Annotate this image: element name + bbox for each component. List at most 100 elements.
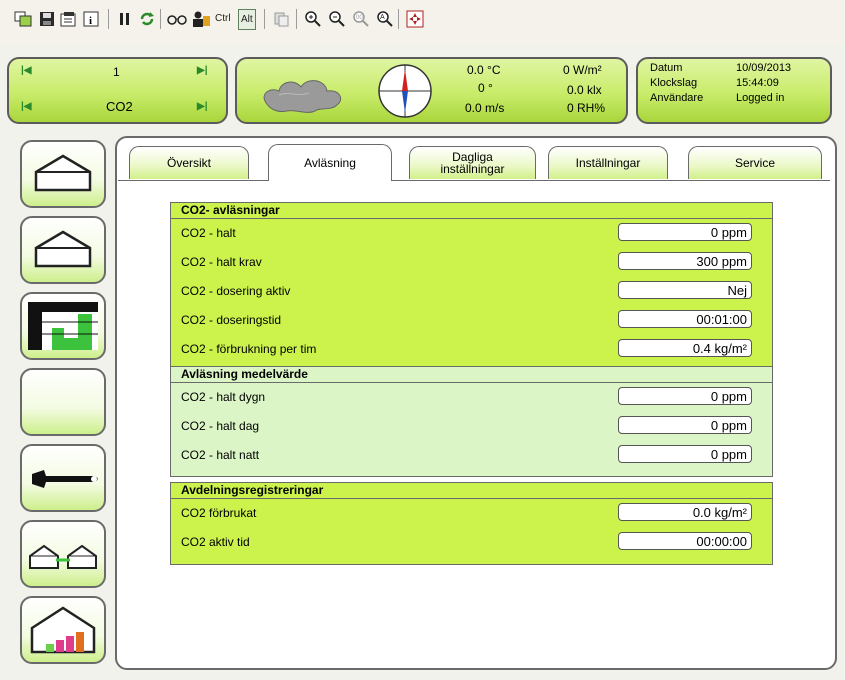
date-value: 10/09/2013 xyxy=(736,62,792,74)
radiation-readout: 0 W/m² xyxy=(563,63,602,77)
toolbar-separator xyxy=(398,9,399,29)
wrench-icon xyxy=(32,470,98,488)
row-value: 0 ppm xyxy=(618,387,752,405)
nav-graph-button[interactable] xyxy=(20,292,106,360)
row-label: CO2 - halt dygn xyxy=(181,390,266,404)
row-label: CO2 - halt dag xyxy=(181,419,260,433)
selector-panel: |◀ 1 ▶| |◀ CO2 ▶| xyxy=(7,57,228,124)
zoom-in-icon[interactable] xyxy=(302,8,324,30)
refresh-icon[interactable] xyxy=(136,8,158,30)
tab-daily-settings[interactable]: Dagliga inställningar xyxy=(409,146,536,179)
table-row: CO2 förbrukat 0.0 kg/m² xyxy=(171,499,772,528)
greenhouse-icon xyxy=(34,230,92,268)
table-row: CO2 - förbrukning per tim 0.4 kg/m² xyxy=(171,335,772,364)
row-value: 0.4 kg/m² xyxy=(618,339,752,357)
table-row: CO2 - halt krav 300 ppm xyxy=(171,248,772,277)
info-icon[interactable]: i xyxy=(80,8,102,30)
nav-blank-button[interactable] xyxy=(20,368,106,436)
toolbar-separator xyxy=(296,9,297,29)
table-row: CO2 - doseringstid 00:01:00 xyxy=(171,306,772,335)
svg-text:A: A xyxy=(380,14,385,21)
user-label: Användare xyxy=(650,92,704,104)
table-row: CO2 - halt dygn 0 ppm xyxy=(171,383,772,412)
weather-panel: 0.0 °C 0 ° 0.0 m/s 0 W/m² 0.0 klx 0 RH% xyxy=(235,57,628,124)
graph-icon xyxy=(28,302,98,350)
table-row: CO2 - halt dag 0 ppm xyxy=(171,412,772,441)
compass-icon xyxy=(378,64,432,118)
nav-greenhouse-button[interactable] xyxy=(20,140,106,208)
section-title: CO2- avläsningar xyxy=(171,203,772,219)
temperature-readout: 0.0 °C xyxy=(467,63,501,77)
row-value: 0 ppm xyxy=(618,445,752,463)
nav-department-button[interactable] xyxy=(20,216,106,284)
row-value: 0 ppm xyxy=(618,223,752,241)
section-title: Avläsning medelvärde xyxy=(171,366,772,383)
ctrl-key[interactable]: Ctrl xyxy=(213,9,233,28)
row-value: 00:00:00 xyxy=(618,532,752,550)
copy-window-icon[interactable] xyxy=(12,8,34,30)
table-row: CO2 - halt 0 ppm xyxy=(171,219,772,248)
time-value: 15:44:09 xyxy=(736,77,779,89)
zoom-reset-icon[interactable]: 00 xyxy=(350,8,372,30)
row-label: CO2 - förbrukning per tim xyxy=(181,342,317,356)
first-icon[interactable]: |◀ xyxy=(21,65,32,76)
tab-service[interactable]: Service xyxy=(688,146,822,179)
row-label: CO2 - halt natt xyxy=(181,448,260,462)
toolbar-separator xyxy=(264,9,265,29)
department-section: Avdelningsregistreringar CO2 förbrukat 0… xyxy=(170,482,773,565)
fit-window-icon[interactable] xyxy=(404,8,426,30)
zoom-custom-icon[interactable]: A xyxy=(374,8,396,30)
toolbar-separator xyxy=(160,9,161,29)
svg-text:i: i xyxy=(89,15,92,27)
co2-readings-section: CO2- avläsningar CO2 - halt 0 ppm CO2 - … xyxy=(170,202,773,368)
nav-statistics-button[interactable] xyxy=(20,596,106,664)
section-title: Avdelningsregistreringar xyxy=(171,483,772,499)
paste-icon[interactable] xyxy=(270,8,292,30)
properties-icon[interactable] xyxy=(58,8,80,30)
user-icon[interactable] xyxy=(190,8,212,30)
row-label: CO2 aktiv tid xyxy=(181,535,250,549)
row-label: CO2 - doseringstid xyxy=(181,313,282,327)
wind-speed-readout: 0.0 m/s xyxy=(465,101,505,115)
next-department-icon[interactable]: ▶| xyxy=(197,101,208,112)
alt-key[interactable]: Alt xyxy=(238,9,256,30)
direction-readout: 0 ° xyxy=(478,81,493,95)
selector-top-value: 1 xyxy=(113,65,120,79)
info-panel: Datum 10/09/2013 Klockslag 15:44:09 Anvä… xyxy=(636,57,832,124)
row-value: 0 ppm xyxy=(618,416,752,434)
greenhouse-icon xyxy=(34,154,92,192)
humidity-readout: 0 RH% xyxy=(567,101,606,115)
row-value: 00:01:00 xyxy=(618,310,752,328)
light-readout: 0.0 klx xyxy=(567,83,602,97)
row-label: CO2 - halt xyxy=(181,226,236,240)
zoom-out-icon[interactable] xyxy=(326,8,348,30)
date-label: Datum xyxy=(650,62,683,74)
tab-baseline xyxy=(118,180,830,181)
nav-service-button[interactable] xyxy=(20,444,106,512)
tab-overview[interactable]: Översikt xyxy=(129,146,249,179)
table-row: CO2 aktiv tid 00:00:00 xyxy=(171,528,772,557)
row-label: CO2 - halt krav xyxy=(181,255,262,269)
tab-settings[interactable]: Inställningar xyxy=(548,146,668,179)
toolbar-separator xyxy=(108,9,109,29)
nav-compare-button[interactable] xyxy=(20,520,106,588)
row-label: CO2 förbrukat xyxy=(181,506,257,520)
row-value: 300 ppm xyxy=(618,252,752,270)
table-row: CO2 - dosering aktiv Nej xyxy=(171,277,772,306)
glasses-icon[interactable] xyxy=(166,8,188,30)
table-row: CO2 - halt natt 0 ppm xyxy=(171,441,772,470)
save-icon[interactable] xyxy=(36,8,58,30)
user-value: Logged in xyxy=(736,92,785,104)
toolbar: i Ctrl Alt 00 A xyxy=(0,0,845,45)
cloud-icon xyxy=(263,80,342,113)
row-label: CO2 - dosering aktiv xyxy=(181,284,291,298)
average-section: Avläsning medelvärde CO2 - halt dygn 0 p… xyxy=(170,366,773,477)
selector-bottom-value: CO2 xyxy=(106,99,133,114)
pause-icon[interactable] xyxy=(114,8,136,30)
first-department-icon[interactable]: |◀ xyxy=(21,101,32,112)
row-value: 0.0 kg/m² xyxy=(618,503,752,521)
greenhouse-chart-icon xyxy=(30,606,96,654)
tab-reading[interactable]: Avläsning xyxy=(268,144,392,181)
next-icon[interactable]: ▶| xyxy=(197,65,208,76)
time-label: Klockslag xyxy=(650,77,698,89)
